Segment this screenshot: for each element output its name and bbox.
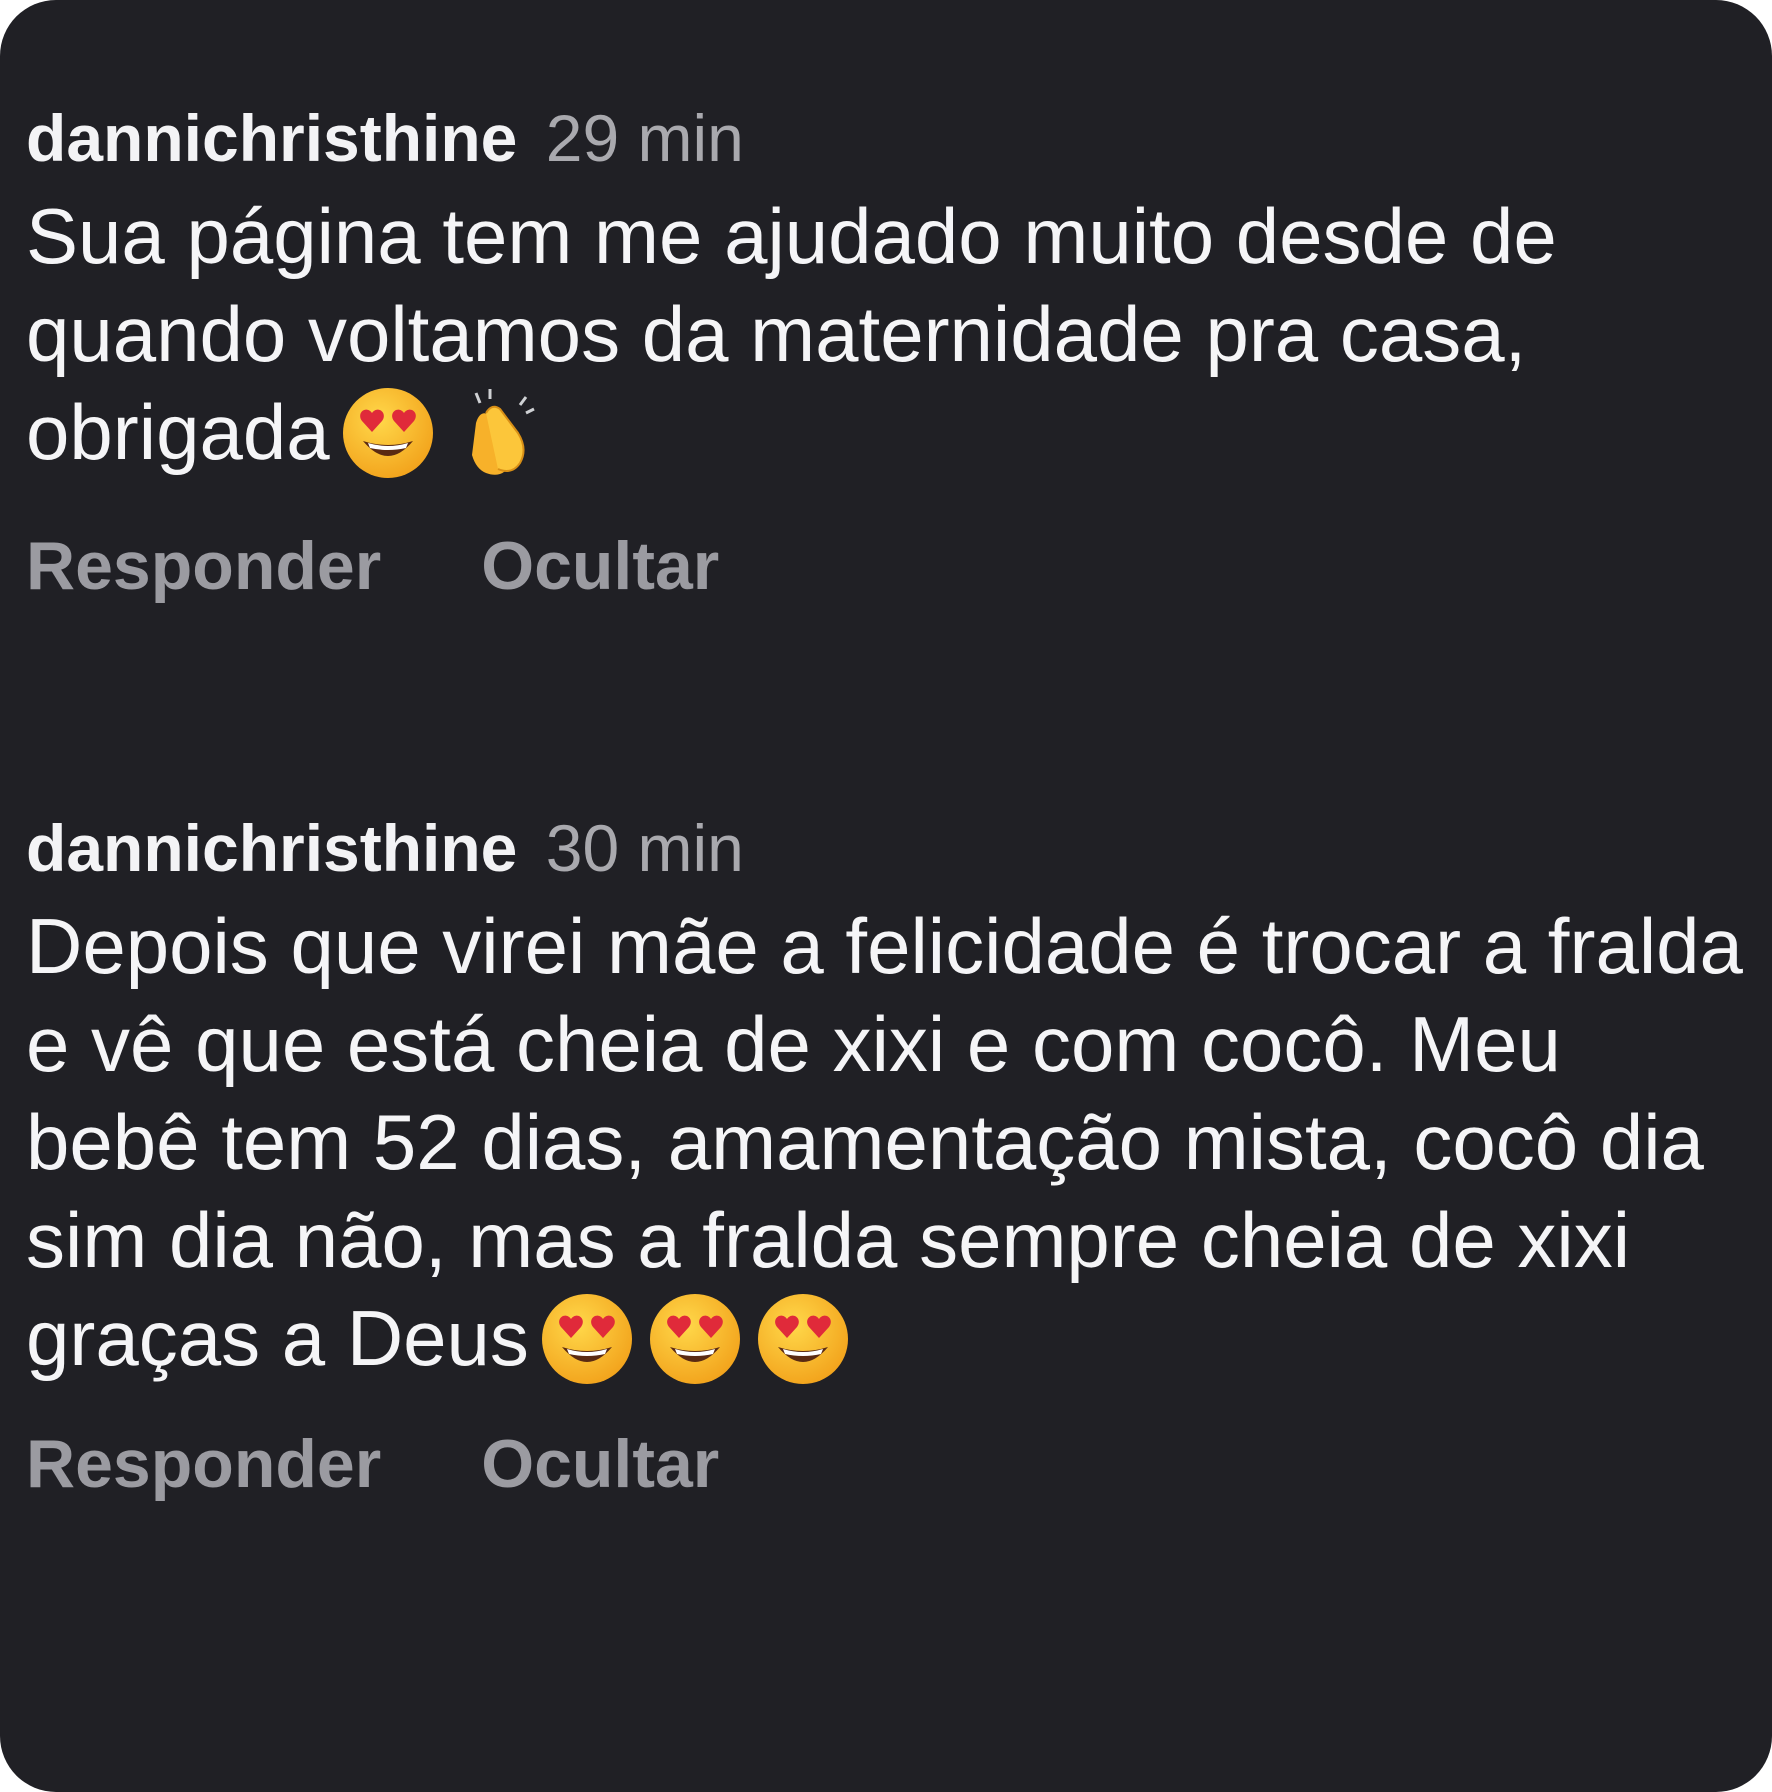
heart-eyes-emoji-icon — [537, 1289, 637, 1389]
comment-2: dannichristhine 30 min Depois que virei … — [26, 805, 1746, 1503]
comment-meta: dannichristhine 29 min — [26, 95, 1746, 181]
heart-eyes-emoji-icon — [753, 1289, 853, 1389]
clapping-hands-emoji-icon — [446, 383, 546, 483]
reply-button[interactable]: Responder — [26, 1425, 381, 1503]
comment-text: Depois que virei mãe a felicidade é troc… — [26, 902, 1743, 1382]
comment-timestamp: 30 min — [545, 811, 744, 885]
reply-button[interactable]: Responder — [26, 527, 381, 605]
comment-username[interactable]: dannichristhine — [26, 811, 517, 885]
comment-body: Sua página tem me ajudado muito desde de… — [26, 187, 1746, 483]
comment-actions: Responder Ocultar — [26, 1425, 1746, 1503]
heart-eyes-emoji-icon — [645, 1289, 745, 1389]
comments-card: dannichristhine 29 min Sua página tem me… — [0, 0, 1772, 1792]
comment-actions: Responder Ocultar — [26, 527, 1746, 605]
comment-text: Sua página tem me ajudado muito desde de… — [26, 192, 1557, 476]
comment-body: Depois que virei mãe a felicidade é troc… — [26, 897, 1746, 1389]
heart-eyes-emoji-icon — [338, 383, 438, 483]
comment-meta: dannichristhine 30 min — [26, 805, 1746, 891]
hide-button[interactable]: Ocultar — [481, 1425, 719, 1503]
comment-1: dannichristhine 29 min Sua página tem me… — [26, 95, 1746, 605]
comment-timestamp: 29 min — [545, 101, 744, 175]
comment-username[interactable]: dannichristhine — [26, 101, 517, 175]
hide-button[interactable]: Ocultar — [481, 527, 719, 605]
